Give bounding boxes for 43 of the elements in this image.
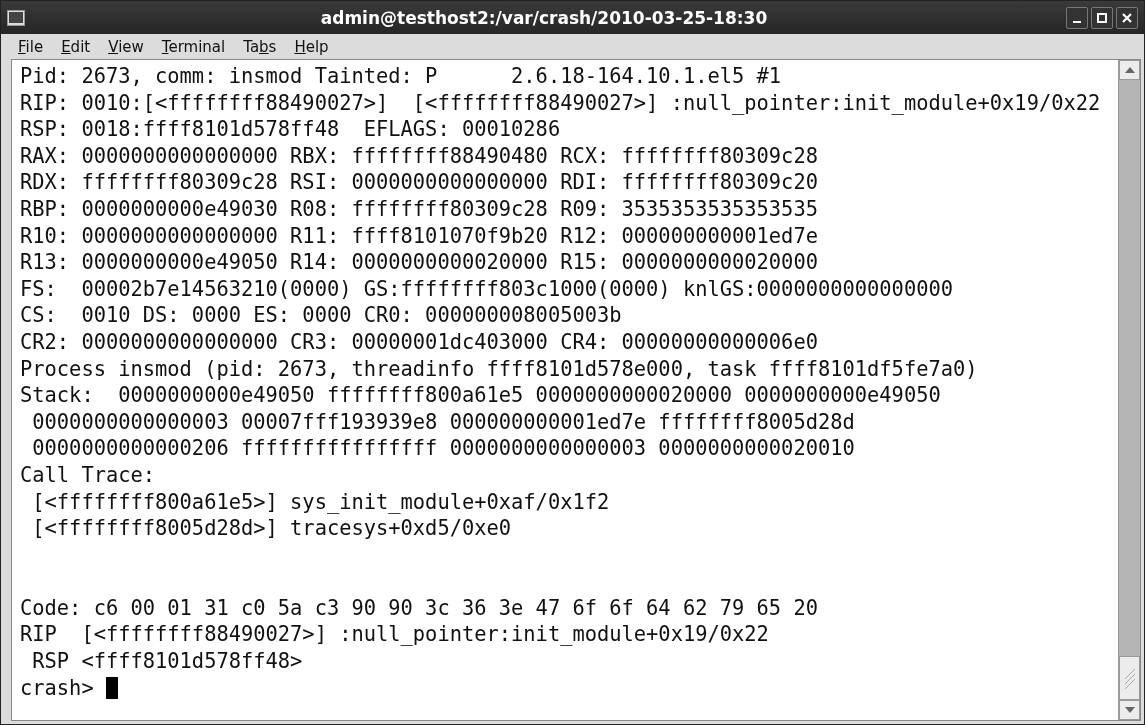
- terminal-line: FS: 00002b7e14563210(0000) GS:ffffffff803c1000(0000) knlGS:0000000000000000: [20, 275, 954, 303]
- terminal-line: RBP: 0000000000e49030 R08: ffffffff80309c28 R09: 3535353535353535: [20, 195, 819, 223]
- terminal-line: Call Trace:: [20, 461, 157, 489]
- terminal-line: Stack: 0000000000e49050 ffffffff800a61e5 0000000000020000 0000000000e49050: [20, 382, 942, 409]
- terminal-line: CS: 0010 DS: 0000 ES: 0000 CR0: 000000008005003b: [20, 302, 623, 329]
- menu-item[interactable]: Terminal: [152, 35, 235, 58]
- terminal-line: [<ffffffff800a61e5>] sys_init_module+0xaf/0x1f2: [31, 488, 611, 516]
- shell-prompt: crash>: [20, 674, 94, 702]
- terminal-line: RAX: 0000000000000000 RBX: ffffffff88490480 RCX: ffffffff80309c28: [20, 142, 819, 170]
- scrollbar[interactable]: [1118, 60, 1140, 720]
- up-arrow-icon: [1124, 67, 1135, 73]
- terminal-line: [<ffffffff8005d28d>] tracesys+0xd5/0xe0: [31, 515, 513, 542]
- terminal-line: R13: 0000000000e49050 R14: 0000000000020000 R15: 0000000000020000: [20, 249, 819, 276]
- terminal-line: CR2: 0000000000000000 CR3: 00000001dc403000 CR4: 00000000000006e0: [20, 328, 819, 356]
- terminal-line: Process insmod (pid: 2673, threadinfo ffff8101d578e000, task ffff8101df5fe7a0): [20, 355, 979, 383]
- terminal-icon: [7, 9, 25, 26]
- terminal-line: R10: 0000000000000000 R11: ffff8101070f9b20 R12: 000000000001ed7e: [20, 222, 819, 250]
- scroll-down-button[interactable]: [1119, 700, 1140, 720]
- terminal-line: RDX: ffffffff80309c28 RSI: 0000000000000000 RDI: ffffffff80309c20: [20, 169, 819, 196]
- terminal-line: 0000000000000206 ffffffffffffffff 0000000000000003 0000000000020010: [31, 435, 856, 462]
- menu-item[interactable]: File: [9, 35, 53, 58]
- terminal-line: RIP: 0010:[<ffffffff88490027>] [<ffffffff88490027>] :null_pointer:init_module+0x19/0x22: [20, 89, 1102, 117]
- terminal-line: Code: c6 00 01 31 c0 5a c3 90 90 3c 36 3e 47 6f 6f 64 62 79 65 20: [20, 594, 819, 622]
- menu-item[interactable]: Edit: [52, 35, 100, 58]
- close-button[interactable]: [1116, 6, 1138, 29]
- scroll-thumb[interactable]: [1119, 656, 1140, 700]
- terminal-line: 0000000000000003 00007fff193939e8 000000000001ed7e ffffffff8005d28d: [31, 408, 856, 436]
- terminal-line: RSP <ffff8101d578ff48>: [31, 648, 304, 675]
- menu-item[interactable]: Tabs: [234, 35, 286, 58]
- terminal-line: Pid: 2673, comm: insmod Tainted: P 2.6.18-164.10.1.el5 #1: [20, 63, 783, 90]
- maximize-button[interactable]: [1091, 6, 1113, 29]
- close-icon: [1122, 12, 1132, 23]
- grip-lines-icon: [1123, 667, 1136, 689]
- minimize-button[interactable]: [1066, 6, 1088, 29]
- scroll-up-button[interactable]: [1119, 60, 1140, 80]
- maximize-icon: [1097, 12, 1107, 23]
- window-title: admin@testhost2:/var/crash/2010-03-25-18:30: [319, 7, 769, 28]
- terminal-line: RSP: 0018:ffff8101d578ff48 EFLAGS: 00010286: [20, 116, 562, 143]
- down-arrow-icon: [1124, 707, 1135, 713]
- menu-item[interactable]: View: [99, 35, 153, 58]
- minimize-icon: [1073, 20, 1081, 23]
- terminal-line: RIP [<ffffffff88490027>] :null_pointer:init_module+0x19/0x22: [20, 621, 770, 649]
- menu-item[interactable]: Help: [285, 35, 338, 58]
